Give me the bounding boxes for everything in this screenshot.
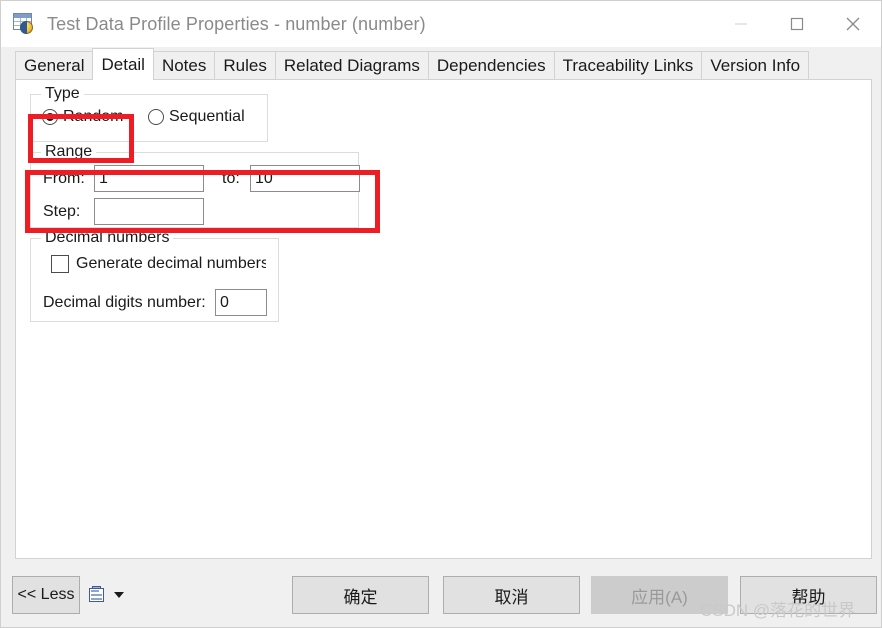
tab-detail[interactable]: Detail — [92, 48, 154, 80]
step-input[interactable] — [94, 198, 204, 225]
tab-related-diagrams[interactable]: Related Diagrams — [274, 51, 429, 79]
title-bar: Test Data Profile Properties - number (n… — [1, 1, 881, 47]
ok-button[interactable]: 确定 — [292, 576, 429, 614]
print-icon[interactable] — [88, 586, 106, 604]
window-controls — [713, 1, 881, 47]
radio-sequential-indicator[interactable] — [148, 109, 164, 125]
decimal-numbers-groupbox-title: Decimal numbers — [41, 229, 174, 247]
properties-dialog: Test Data Profile Properties - number (n… — [0, 0, 882, 628]
cancel-button[interactable]: 取消 — [443, 576, 580, 614]
type-groupbox: Type Random Sequential — [30, 85, 268, 142]
tab-version-info[interactable]: Version Info — [701, 51, 810, 79]
from-input[interactable]: 1 — [94, 165, 204, 192]
detail-tab-panel: Type Random Sequential Range From: 1 to:… — [15, 79, 872, 559]
type-groupbox-title: Type — [41, 85, 84, 103]
less-button[interactable]: << Less — [12, 576, 80, 614]
radio-random-label: Random — [63, 108, 124, 125]
tab-bar: General Detail Notes Rules Related Diagr… — [1, 47, 881, 80]
radio-sequential-label: Sequential — [169, 108, 245, 125]
generate-decimal-checkbox-row[interactable]: Generate decimal numbers — [51, 255, 266, 273]
chevron-down-icon[interactable] — [114, 592, 124, 598]
range-groupbox-title: Range — [41, 143, 97, 161]
radio-sequential[interactable]: Sequential — [148, 108, 245, 126]
maximize-icon[interactable] — [769, 1, 825, 47]
decimal-numbers-groupbox: Decimal numbers Generate decimal numbers… — [30, 229, 279, 322]
tab-dependencies[interactable]: Dependencies — [427, 51, 555, 79]
apply-button: 应用(A) — [591, 576, 728, 614]
decimal-digits-label: Decimal digits number: — [43, 294, 206, 311]
print-options-tool[interactable] — [88, 582, 126, 608]
tab-traceability-links[interactable]: Traceability Links — [553, 51, 703, 79]
radio-random[interactable]: Random — [42, 108, 123, 126]
tab-general[interactable]: General — [15, 51, 94, 79]
help-button[interactable]: 帮助 — [740, 576, 877, 614]
from-label: From: — [43, 170, 85, 187]
window-title: Test Data Profile Properties - number (n… — [47, 13, 426, 34]
close-icon[interactable] — [825, 1, 881, 47]
table-profile-icon — [13, 13, 35, 35]
decimal-digits-input[interactable]: 0 — [215, 289, 267, 316]
radio-random-indicator[interactable] — [42, 109, 58, 125]
step-label: Step: — [43, 203, 81, 220]
tab-rules[interactable]: Rules — [214, 51, 276, 79]
minimize-icon[interactable] — [713, 1, 769, 47]
to-label: to: — [222, 170, 240, 187]
generate-decimal-checkbox[interactable] — [51, 255, 69, 273]
range-groupbox: Range From: 1 to: 10 Step: — [30, 143, 360, 228]
generate-decimal-label: Generate decimal numbers — [76, 255, 266, 272]
to-input[interactable]: 10 — [250, 165, 360, 192]
tab-notes[interactable]: Notes — [152, 51, 216, 79]
